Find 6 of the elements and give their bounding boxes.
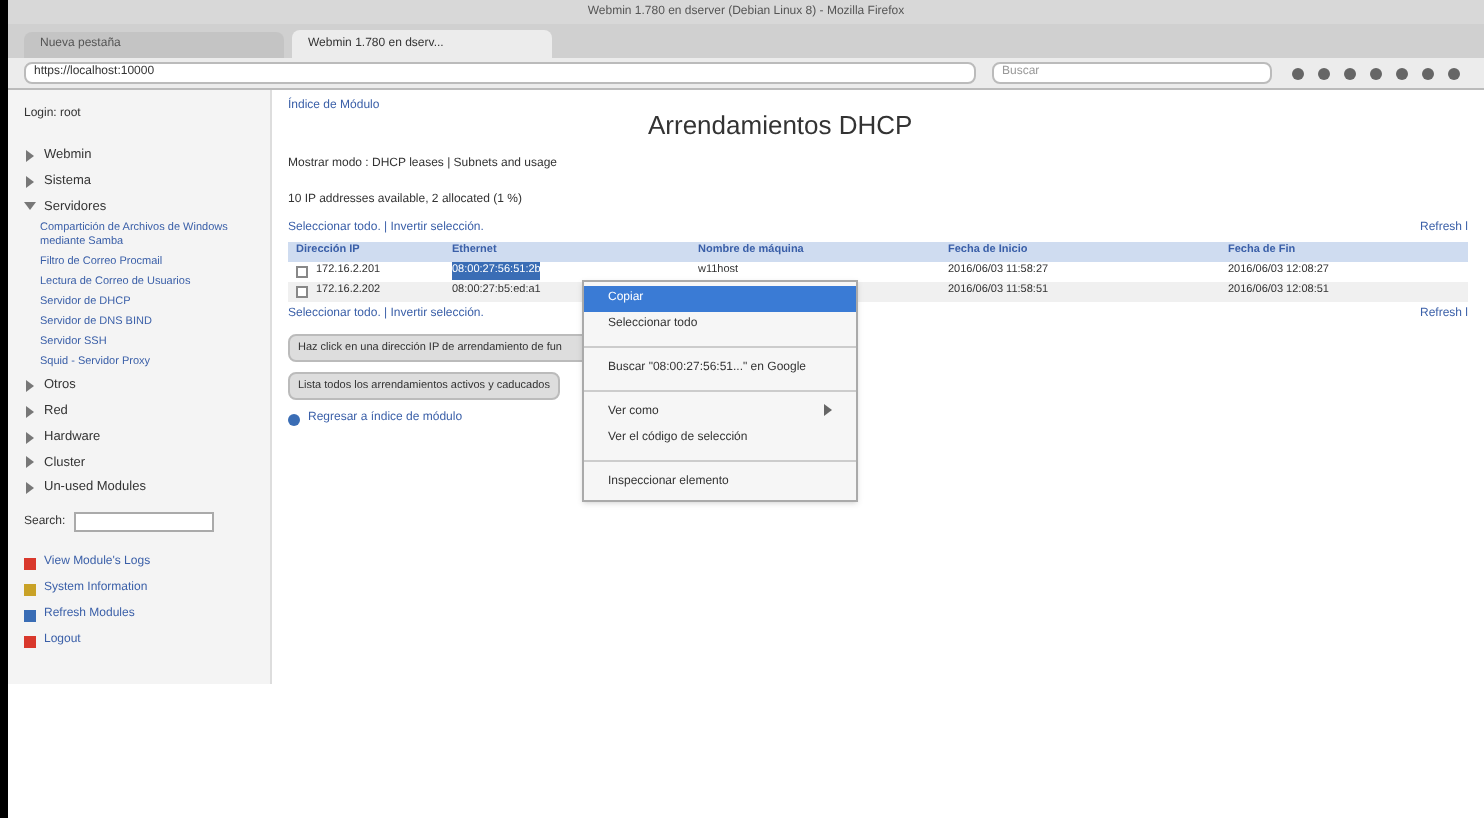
submenu-arrow-icon [824, 404, 832, 416]
module-search-field[interactable] [73, 512, 214, 532]
row-checkbox[interactable] [296, 285, 308, 297]
page-title: Arrendamientos DHCP [648, 108, 913, 144]
row-checkbox[interactable] [296, 265, 308, 277]
expanded-arrow-icon [24, 200, 36, 213]
